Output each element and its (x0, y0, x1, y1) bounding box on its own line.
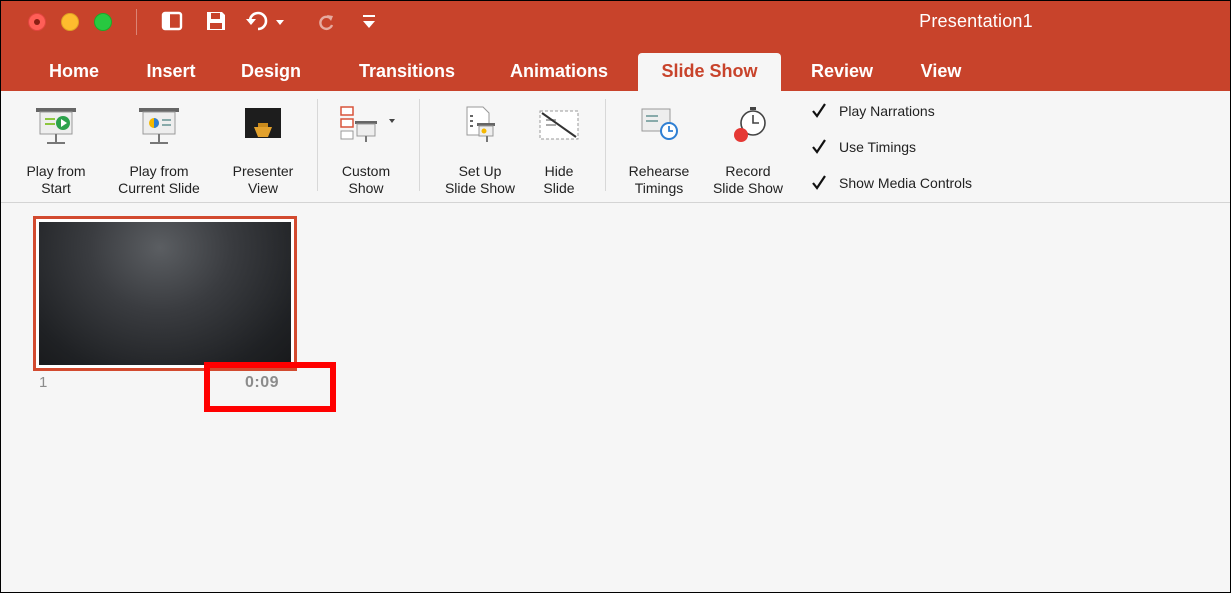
slide-sorter-pane: 1 0:09 (1, 204, 1230, 592)
timing-highlight-box (204, 362, 336, 412)
set-up-slide-show-label: Set Up Slide Show (444, 163, 516, 196)
set-up-slide-show-icon (457, 105, 503, 154)
slide-preview (39, 222, 291, 365)
tab-animations[interactable]: Animations (495, 53, 623, 91)
rehearse-timings-icon (636, 105, 682, 154)
play-from-current-slide-icon (136, 105, 182, 154)
record-slide-show-label: Record Slide Show (712, 163, 784, 196)
checkmark-icon (809, 173, 829, 193)
quick-access-separator (136, 9, 137, 35)
ribbon-separator (419, 99, 420, 191)
window-title: Presentation1 (919, 11, 1033, 31)
title-bar: Presentation1 (1, 1, 1230, 53)
play-from-start-icon (33, 105, 79, 154)
tab-view[interactable]: View (901, 53, 981, 91)
slide-number: 1 (39, 374, 48, 391)
show-media-controls-label: Show Media Controls (839, 175, 973, 191)
tab-home[interactable]: Home (33, 53, 115, 91)
tab-slide-show[interactable]: Slide Show (638, 53, 781, 91)
close-window-button[interactable] (28, 13, 46, 31)
presenter-view-button[interactable]: Presenter View (217, 97, 309, 197)
redo-icon[interactable] (315, 7, 339, 35)
undo-icon[interactable] (245, 7, 285, 35)
presenter-view-icon (240, 105, 286, 154)
rehearse-timings-button[interactable]: Rehearse Timings (613, 97, 705, 197)
hide-slide-label: Hide Slide (543, 163, 575, 196)
checkmark-icon (809, 101, 829, 121)
use-timings-label: Use Timings (839, 139, 917, 155)
ribbon-separator (317, 99, 318, 191)
play-from-current-slide-label: Play from Current Slide (118, 163, 200, 196)
tab-insert[interactable]: Insert (131, 53, 211, 91)
ribbon-toolbar: Play from Start Play from Current Slide … (1, 91, 1230, 203)
record-slide-show-icon (725, 105, 771, 154)
save-icon[interactable] (203, 7, 229, 35)
slide-thumbnail[interactable] (33, 216, 297, 371)
ribbon-separator (605, 99, 606, 191)
play-from-start-button[interactable]: Play from Start (17, 97, 95, 197)
play-from-start-label: Play from Start (26, 163, 86, 196)
custom-show-icon (337, 105, 403, 154)
play-narrations-checkbox[interactable]: Play Narrations (809, 99, 935, 123)
custom-show-button[interactable]: Custom Show (321, 97, 411, 197)
powerpoint-window: Presentation1 Home Insert Design Transit… (0, 0, 1231, 593)
rehearse-timings-label: Rehearse Timings (628, 163, 690, 196)
play-narrations-label: Play Narrations (839, 103, 935, 119)
custom-show-label: Custom Show (341, 163, 391, 196)
hide-slide-button[interactable]: Hide Slide (529, 97, 589, 197)
tab-design[interactable]: Design (225, 53, 317, 91)
record-slide-show-button[interactable]: Record Slide Show (701, 97, 795, 197)
play-from-current-slide-button[interactable]: Play from Current Slide (105, 97, 213, 197)
use-timings-checkbox[interactable]: Use Timings (809, 135, 916, 159)
maximize-window-button[interactable] (94, 13, 112, 31)
checkmark-icon (809, 137, 829, 157)
hide-slide-icon (536, 105, 582, 154)
set-up-slide-show-button[interactable]: Set Up Slide Show (427, 97, 533, 197)
presenter-view-label: Presenter View (232, 163, 294, 196)
minimize-window-button[interactable] (61, 13, 79, 31)
sidebar-icon[interactable] (159, 7, 185, 35)
customize-toolbar-icon[interactable] (359, 7, 379, 35)
show-media-controls-checkbox[interactable]: Show Media Controls (809, 171, 972, 195)
tab-transitions[interactable]: Transitions (345, 53, 469, 91)
tab-review[interactable]: Review (797, 53, 887, 91)
ribbon-tabs: Home Insert Design Transitions Animation… (1, 53, 1230, 91)
